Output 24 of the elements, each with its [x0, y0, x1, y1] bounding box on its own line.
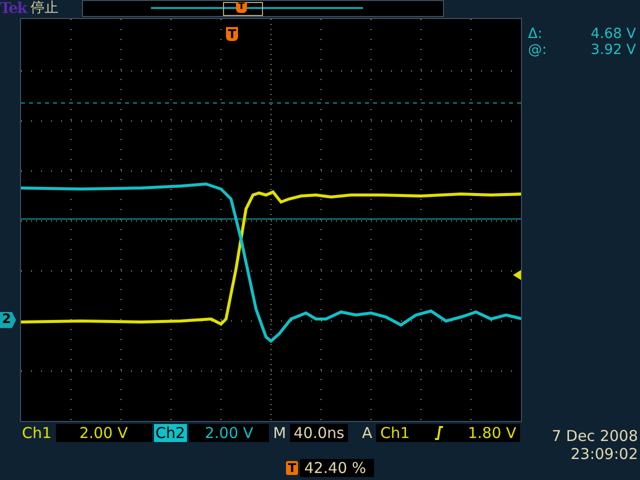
- channel-label[interactable]: Ch1: [20, 424, 54, 442]
- rising-edge-icon: [434, 426, 444, 440]
- trigger-marker: T: [236, 2, 247, 13]
- channel-label[interactable]: Ch2: [154, 424, 188, 442]
- cursor-label: @:: [528, 42, 547, 58]
- trigger-source: Ch1: [380, 424, 410, 442]
- channel-scale: 2.00 V: [189, 424, 270, 442]
- channel-scale: 2.00 V: [56, 424, 152, 442]
- acquisition-status: 停止: [30, 0, 58, 17]
- cursor-value: 4.68 V: [590, 26, 636, 42]
- time: 23:09:02: [570, 445, 638, 463]
- trigger-position: 42.40 %: [300, 459, 374, 477]
- cursor-label: Δ:: [528, 26, 542, 42]
- ground-marker: 2: [0, 312, 16, 328]
- cursor-value: 3.92 V: [590, 42, 636, 58]
- brand-logo: Tek: [0, 0, 26, 17]
- trigger-level: 1.80 V: [468, 424, 516, 442]
- trigger-label: A: [361, 424, 374, 442]
- timebase-value: 40.0ns: [290, 424, 348, 442]
- trigger-position-icon: T: [286, 461, 298, 475]
- timebase-label: M: [272, 424, 288, 442]
- trigger-level-icon: [513, 270, 521, 280]
- trigger-marker: T: [226, 27, 238, 41]
- date: 7 Dec 2008: [550, 427, 638, 445]
